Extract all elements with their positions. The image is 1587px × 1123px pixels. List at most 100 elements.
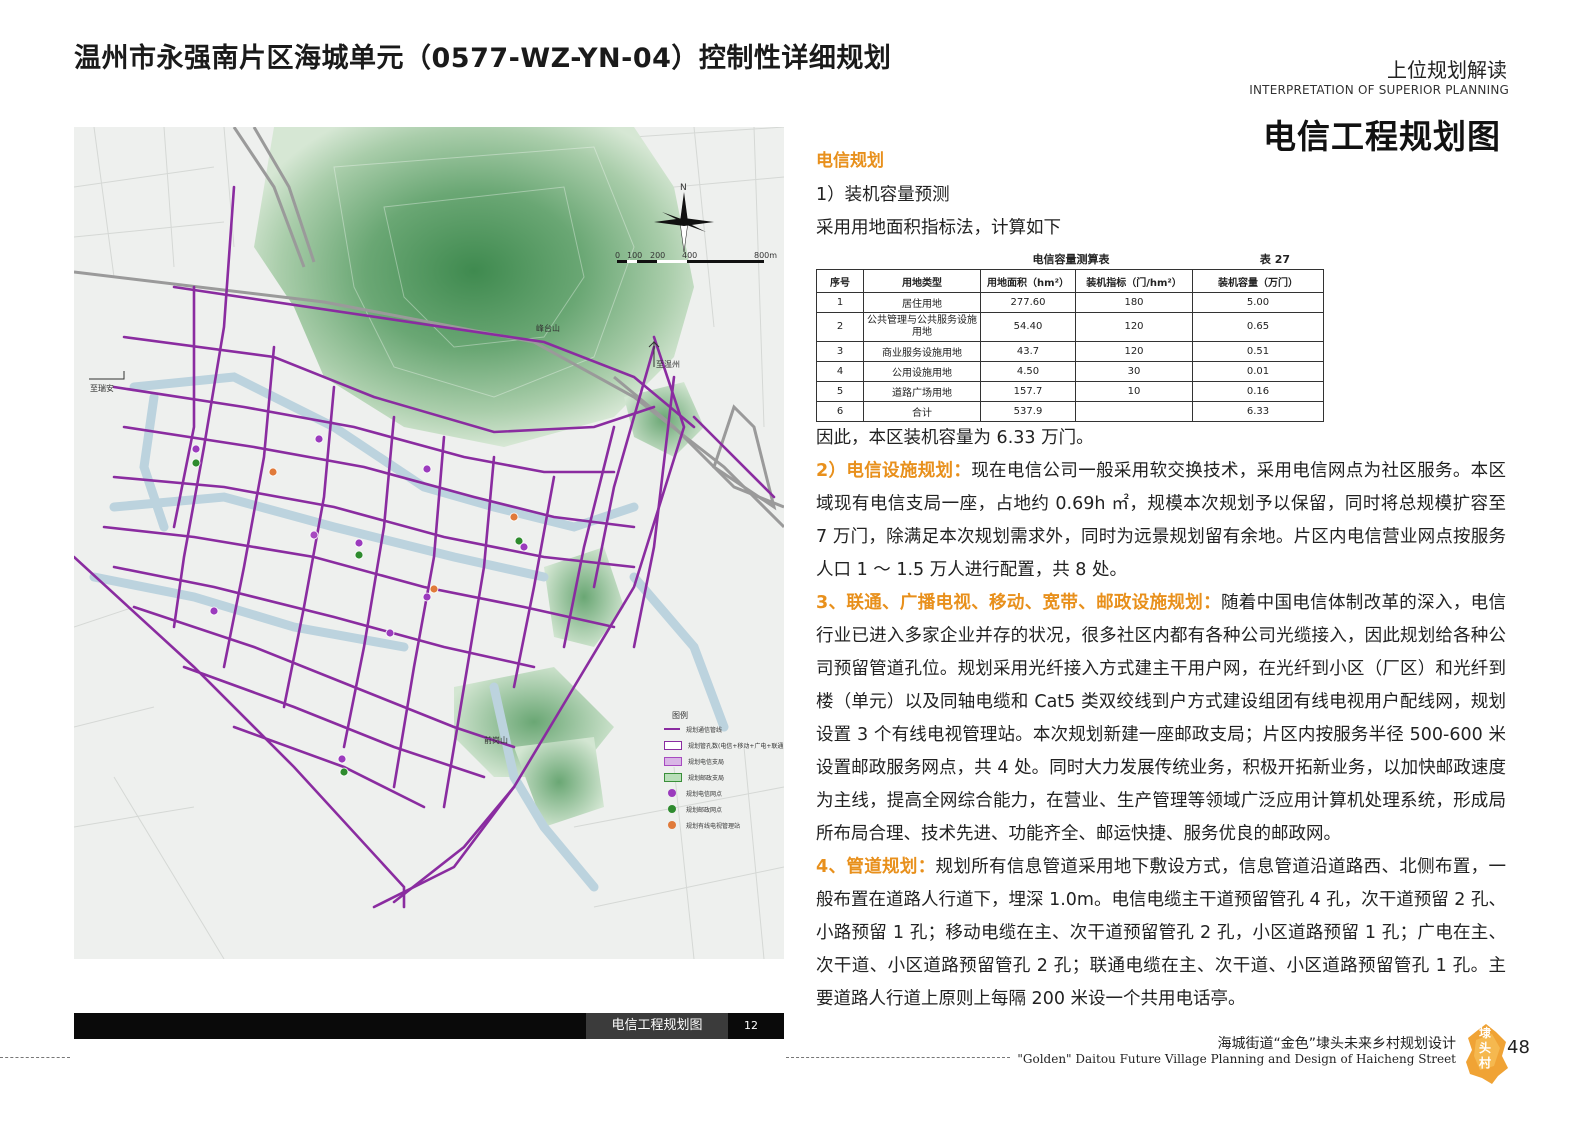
- line-symbol-icon: [664, 728, 680, 730]
- table-cell: 30: [1075, 361, 1193, 382]
- table-cell: 10: [1075, 381, 1193, 402]
- map-caption-bar: 电信工程规划图 12: [74, 1013, 784, 1039]
- table-cell: 54.40: [980, 312, 1076, 342]
- map-legend: 图例 规划通信管线 规划管孔数(电信+移动+广电+联通) 规划电信支局 规划邮政…: [664, 710, 784, 833]
- subheading-capacity: 1）装机容量预测: [816, 185, 950, 205]
- table-cell: 0.01: [1192, 361, 1324, 382]
- scale-label-100: 100: [627, 251, 643, 260]
- table-header-row: 序号 用地类型 用地面积（hm²） 装机指标（门/hm²） 装机容量（万门）: [816, 269, 1324, 293]
- table-header: 序号: [816, 269, 864, 293]
- table-cell: 6.33: [1192, 401, 1324, 422]
- section-title-cn: 上位规划解读: [1387, 58, 1507, 82]
- section-title-en: INTERPRETATION OF SUPERIOR PLANNING: [1249, 83, 1509, 97]
- footer-project-title-cn: 海城街道“金色”埭头未来乡村规划设计: [1217, 1036, 1456, 1052]
- map-graphic: [74, 127, 784, 959]
- scale-label-800: 800m: [754, 251, 778, 260]
- paragraph-pipelines: 4、管道规划：规划所有信息管道采用地下敷设方式，信息管道沿道路西、北侧布置，一般…: [816, 851, 1506, 1016]
- paragraph-heading: 4、管道规划：: [816, 857, 936, 877]
- table-cell: 0.51: [1192, 341, 1324, 362]
- table-cell: 居住用地: [863, 292, 981, 313]
- table-cell: 公共管理与公共服务设施用地: [863, 312, 981, 342]
- table-header: 装机容量（万门）: [1192, 269, 1324, 293]
- document-title: 温州市永强南片区海城单元（0577-WZ-YN-04）控制性详细规划: [74, 43, 892, 74]
- legend-item: 规划电信网点: [664, 785, 779, 801]
- table-cell: 157.7: [980, 381, 1076, 402]
- telecom-branch-icon: [664, 756, 682, 766]
- table-row: 6 合计 537.9 6.33: [816, 401, 1324, 422]
- paragraph-body: 规划所有信息管道采用地下敷设方式，信息管道沿道路西、北侧布置，一般布置在道路人行…: [816, 857, 1506, 1009]
- table-cell: [1075, 401, 1193, 422]
- table-cell: 1: [816, 292, 864, 313]
- paragraph-operators: 3、联通、广播电视、移动、宽带、邮政设施规划：随着中国电信体制改革的深入，电信行…: [816, 587, 1506, 851]
- logo-text: 埭头村: [1478, 1026, 1491, 1070]
- legend-item: 规划有线电视管理站: [664, 817, 779, 833]
- post-branch-icon: [664, 772, 682, 782]
- capacity-conclusion: 因此，本区装机容量为 6.33 万门。: [816, 428, 1094, 448]
- table-cell: 2: [816, 312, 864, 342]
- legend-title: 图例: [672, 711, 688, 720]
- table-cell: 3: [816, 341, 864, 362]
- cable-tv-station-icon: [668, 821, 676, 829]
- box-symbol-icon: [664, 740, 682, 750]
- table-row: 5 道路广场用地 157.7 10 0.16: [816, 381, 1324, 402]
- table-row: 4 公用设施用地 4.50 30 0.01: [816, 361, 1324, 382]
- table-label: 表 27: [1259, 253, 1290, 266]
- legend-item: 规划管孔数(电信+移动+广电+联通): [664, 737, 784, 753]
- table-row: 3 商业服务设施用地 43.7 120 0.51: [816, 341, 1324, 362]
- table-header: 用地面积（hm²）: [980, 269, 1076, 293]
- table-cell: 43.7: [980, 341, 1076, 362]
- table-cell: 公用设施用地: [863, 361, 981, 382]
- table-cell: 4: [816, 361, 864, 382]
- legend-item: 规划邮政网点: [664, 801, 779, 817]
- capacity-table: 序号 用地类型 用地面积（hm²） 装机指标（门/hm²） 装机容量（万门） 1…: [816, 269, 1324, 422]
- table-cell: 180: [1075, 292, 1193, 313]
- table-cell: 277.60: [980, 292, 1076, 313]
- label-mountain-top: 峰台山: [536, 324, 560, 333]
- table-cell: 商业服务设施用地: [863, 341, 981, 362]
- label-to-wenzhou: 至温州: [656, 360, 680, 369]
- table-cell: 5.00: [1192, 292, 1324, 313]
- page-number: 48: [1507, 1037, 1530, 1058]
- legend-item: 规划通信管线: [664, 721, 779, 737]
- footer-divider-left: [0, 1057, 70, 1058]
- legend-item: 规划邮政支局: [664, 769, 779, 785]
- paragraph-body: 随着中国电信体制改革的深入，电信行业已进入多家企业并存的状况，很多社区内都有各种…: [816, 593, 1506, 844]
- scale-label-400: 400: [682, 251, 698, 260]
- footer-project-title-en: "Golden" Daitou Future Village Planning …: [1017, 1052, 1456, 1066]
- table-cell: 5: [816, 381, 864, 402]
- paragraph-facilities: 2）电信设施规划：现在电信公司一般采用软交换技术，采用电信网点为社区服务。本区域…: [816, 455, 1506, 587]
- label-to-ruian: 至瑞安: [90, 384, 114, 393]
- table-cell: 0.65: [1192, 312, 1324, 342]
- scale-label-0: 0: [615, 251, 621, 260]
- paragraph-heading: 3、联通、广播电视、移动、宽带、邮政设施规划：: [816, 593, 1221, 613]
- legend-item: 规划电信支局: [664, 753, 779, 769]
- table-cell: 道路广场用地: [863, 381, 981, 402]
- scale-label-200: 200: [650, 251, 666, 260]
- table-cell: 6: [816, 401, 864, 422]
- table-row: 2 公共管理与公共服务设施用地 54.40 120 0.65: [816, 312, 1324, 342]
- telecom-heading: 电信规划: [816, 151, 884, 171]
- village-logo: 埭头村: [1462, 1022, 1510, 1086]
- footer-divider-mid: [786, 1057, 1010, 1058]
- table-header: 用地类型: [863, 269, 981, 293]
- telecom-planning-map: N 0 100 200 400 800m 至瑞安 至温州 峰台山 前岗山 图例 …: [74, 127, 784, 959]
- table-row: 1 居住用地 277.60 180 5.00: [816, 292, 1324, 313]
- post-outlet-icon: [668, 805, 676, 813]
- paragraph-heading: 2）电信设施规划：: [816, 461, 972, 481]
- table-header: 装机指标（门/hm²）: [1075, 269, 1193, 293]
- table-cell: 4.50: [980, 361, 1076, 382]
- map-caption: 电信工程规划图: [586, 1013, 728, 1039]
- table-cell: 合计: [863, 401, 981, 422]
- table-cell: 537.9: [980, 401, 1076, 422]
- label-mountain-bottom: 前岗山: [484, 736, 508, 745]
- map-page-number: 12: [744, 1019, 758, 1032]
- north-label: N: [680, 183, 687, 193]
- table-caption: 电信容量测算表: [1032, 253, 1110, 266]
- table-cell: 0.16: [1192, 381, 1324, 402]
- table-cell: 120: [1075, 341, 1193, 362]
- capacity-table-block: 电信容量测算表 表 27 序号 用地类型 用地面积（hm²） 装机指标（门/hm…: [816, 251, 1326, 422]
- telecom-outlet-icon: [668, 789, 676, 797]
- method-text: 采用用地面积指标法，计算如下: [816, 218, 1061, 238]
- table-cell: 120: [1075, 312, 1193, 342]
- telecom-text-column: 电信规划 1）装机容量预测 采用用地面积指标法，计算如下 电信容量测算表 表 2…: [816, 144, 1506, 1016]
